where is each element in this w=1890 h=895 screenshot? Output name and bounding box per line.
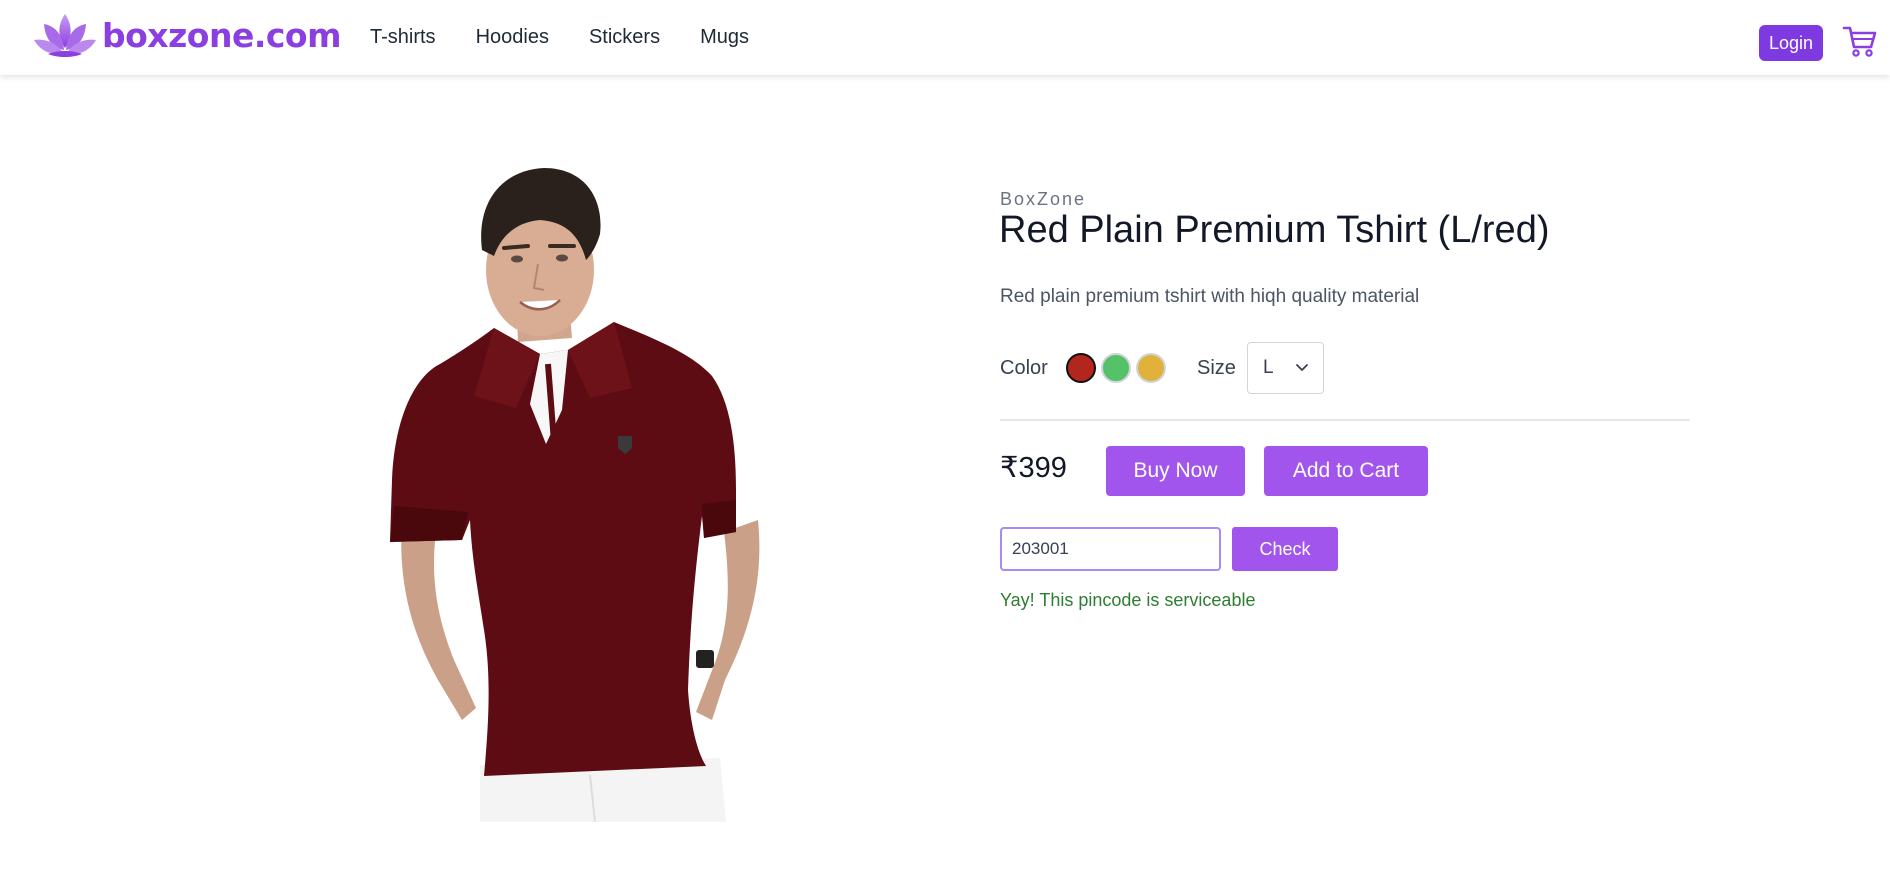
chevron-down-icon (1296, 364, 1308, 371)
product-image (390, 168, 760, 822)
lotus-logo-icon (34, 14, 96, 57)
check-pincode-button[interactable]: Check (1232, 527, 1338, 571)
pincode-status-message: Yay! This pincode is serviceable (1000, 590, 1256, 610)
nav-link-stickers[interactable]: Stickers (589, 24, 660, 50)
product-price: ₹399 (1000, 452, 1067, 484)
product-title: Red Plain Premium Tshirt (L/red) (999, 209, 1550, 251)
navbar: boxzone.com T-shirts Hoodies Stickers Mu… (0, 0, 1890, 75)
color-label: Color (1000, 357, 1048, 379)
add-to-cart-button[interactable]: Add to Cart (1264, 446, 1428, 496)
color-swatch-red[interactable] (1066, 353, 1096, 383)
cart-icon[interactable] (1842, 23, 1878, 59)
color-swatch-green[interactable] (1101, 353, 1131, 383)
color-swatch-yellow[interactable] (1136, 353, 1166, 383)
size-select[interactable]: L (1247, 342, 1324, 394)
login-button[interactable]: Login (1759, 25, 1823, 61)
size-selected-value: L (1263, 357, 1274, 378)
product-brand: BoxZone (1000, 189, 1087, 209)
buy-now-button[interactable]: Buy Now (1106, 446, 1245, 496)
nav-link-mugs[interactable]: Mugs (700, 24, 749, 50)
logo-link[interactable]: boxzone.com (32, 12, 342, 58)
nav-link-tshirts[interactable]: T-shirts (370, 24, 436, 50)
logo-text: boxzone.com (102, 15, 342, 55)
size-label: Size (1197, 357, 1236, 379)
product-description: Red plain premium tshirt with hiqh quali… (1000, 286, 1420, 307)
nav-link-hoodies[interactable]: Hoodies (476, 24, 549, 50)
divider (1000, 419, 1690, 421)
main-nav: T-shirts Hoodies Stickers Mugs (370, 24, 789, 50)
pincode-input[interactable] (1000, 527, 1221, 571)
